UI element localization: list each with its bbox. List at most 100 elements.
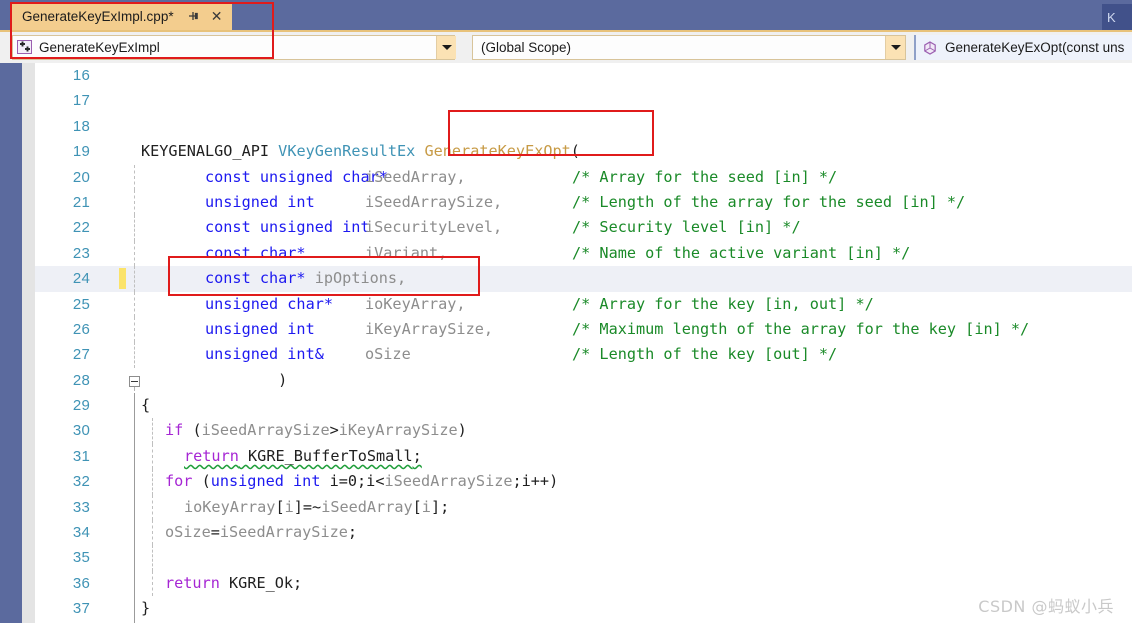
code-line[interactable]: 36 return KGRE_Ok; [35,570,1132,597]
editor-left-band [0,63,22,623]
scope-dropdown[interactable]: (Global Scope) [472,35,906,60]
code-line[interactable]: 28 ) [35,368,1132,393]
line-number: 30 [72,422,90,440]
code-text: iSecurityLevel, [365,215,502,240]
cpp-project-icon [17,40,34,55]
code-line[interactable]: 27 unsigned int& oSize /* Length of the … [35,342,1132,368]
code-line[interactable]: 31 return KGRE_BufferToSmall; [35,443,1132,470]
change-marker [119,268,126,290]
code-text: oSize [365,342,411,367]
param-type: const char* [205,269,306,288]
code-text: unsigned int [205,190,315,215]
param-name: oSize [365,345,411,364]
tab-partial-title: K [1107,9,1116,25]
code-line[interactable]: 35 [35,545,1132,571]
tab-partial-right[interactable]: K [1102,4,1132,30]
code-text: iSeedArraySize, [365,190,502,215]
watermark: CSDN @蚂蚁小兵 [978,597,1114,616]
code-line[interactable]: 32 for (unsigned int i=0;i<iSeedArraySiz… [35,469,1132,495]
code-text: const char* [205,241,306,266]
code-line[interactable]: 21 unsigned int iSeedArraySize, /* Lengt… [35,189,1132,216]
indent-guide [134,240,136,267]
line-number: 35 [72,549,90,567]
indent-guide [134,291,136,317]
code-line[interactable]: 26 unsigned int iKeyArraySize, /* Maximu… [35,316,1132,343]
line-number: 20 [72,168,90,186]
line-number: 26 [72,320,90,338]
code-text: iSeedArray, [365,165,466,190]
code-text-area[interactable]: 16 17 18 19 KEYGENALGO_API VKeyGenResult… [35,63,1132,623]
param-name: iSecurityLevel, [365,218,503,237]
code-line[interactable]: 25 unsigned char* ioKeyArray, /* Array f… [35,291,1132,317]
code-text: for (unsigned int i=0;i<iSeedArraySize;i… [165,472,559,491]
code-text: const unsigned int [205,215,370,240]
code-editor[interactable]: 16 17 18 19 KEYGENALGO_API VKeyGenResult… [0,63,1132,623]
indent-guide [152,443,154,470]
code-line-modified[interactable]: 24 const char* ipOptions, [35,266,1132,292]
method-icon [922,40,938,56]
code-text: ) [205,370,288,389]
project-dropdown-value: GenerateKeyExImpl [39,40,160,55]
code-line[interactable]: 37 } [35,596,1132,621]
keyword-return: return [184,446,239,465]
line-number: 37 [72,600,90,618]
code-line[interactable]: 34 oSize=iSeedArraySize; [35,520,1132,546]
scope-dropdown-value: (Global Scope) [481,40,572,55]
code-line[interactable]: 23 const char* iVariant, /* Name of the … [35,240,1132,267]
indent-guide [152,520,154,546]
line-number: 34 [72,524,90,542]
code-line[interactable]: 30 if (iSeedArraySize>iKeyArraySize) [35,418,1132,444]
keyword-if: if [165,421,184,440]
error-code-token: KGRE_BufferToSmall [248,446,413,465]
close-icon[interactable]: ✕ [210,9,224,23]
pin-icon[interactable] [186,9,200,23]
code-line[interactable]: 20 const unsigned char* iSeedArray, /* A… [35,164,1132,190]
code-text: ioKeyArray, [365,292,466,317]
code-line[interactable]: 29 { [35,393,1132,418]
param-type: const char* [205,243,306,262]
editor-tab-strip: GenerateKeyExImpl.cpp* ✕ K [0,0,1132,30]
line-number: 28 [72,371,90,389]
param-type: unsigned int& [205,345,324,364]
error-code-token: KGRE_Ok [229,573,294,592]
code-line[interactable]: 17 [35,88,1132,113]
param-comment: /* Length of the key [out] */ [572,345,838,364]
chevron-down-icon[interactable] [885,36,905,59]
line-number: 18 [72,117,90,135]
param-type: const unsigned int [205,218,370,237]
indent-guide [134,164,136,190]
project-dropdown-arrow-wrap [436,35,456,60]
code-line[interactable]: 16 [35,63,1132,88]
param-name: iVariant, [365,243,448,262]
project-dropdown[interactable]: GenerateKeyExImpl [12,35,455,60]
code-line[interactable]: 33 ioKeyArray[i]=~iSeedArray[i]; [35,494,1132,521]
line-number: 32 [72,473,90,491]
code-text: return KGRE_Ok; [165,573,303,592]
param-comment: /* Security level [in] */ [572,218,801,237]
code-text-with-error-squiggle: return KGRE_BufferToSmall; [184,446,422,465]
code-text: const char* ipOptions, [205,266,406,291]
tab-generatekeyeximpl-cpp[interactable]: GenerateKeyExImpl.cpp* ✕ [12,2,232,30]
code-text: unsigned char* [205,292,333,317]
param-name: ipOptions, [314,269,407,288]
line-number: 19 [72,143,90,161]
member-dropdown-value: GenerateKeyExOpt(const uns [945,40,1125,55]
code-text: unsigned int [205,317,315,342]
line-number: 17 [72,92,90,110]
editor-selection-margin[interactable] [22,63,35,623]
chevron-down-icon[interactable] [436,36,456,59]
code-text: } [141,599,151,618]
param-type: const unsigned char* [205,167,388,186]
code-navigation-bar: GenerateKeyExImpl (Global Scope) Generat… [0,30,1132,63]
line-number: 29 [72,397,90,415]
code-line[interactable]: 22 const unsigned int iSecurityLevel, /*… [35,215,1132,241]
code-line[interactable]: 18 [35,114,1132,139]
visual-studio-editor-window: GenerateKeyExImpl.cpp* ✕ K GenerateKeyEx… [0,0,1132,623]
line-number: 36 [72,574,90,592]
code-text: const unsigned char* [205,165,388,190]
code-line[interactable]: 19 KEYGENALGO_API VKeyGenResultEx Genera… [35,139,1132,164]
param-comment: /* Array for the key [in, out] */ [572,294,874,313]
member-dropdown[interactable]: GenerateKeyExOpt(const uns [914,35,1132,60]
line-number: 25 [72,295,90,313]
indent-guide [134,316,136,343]
